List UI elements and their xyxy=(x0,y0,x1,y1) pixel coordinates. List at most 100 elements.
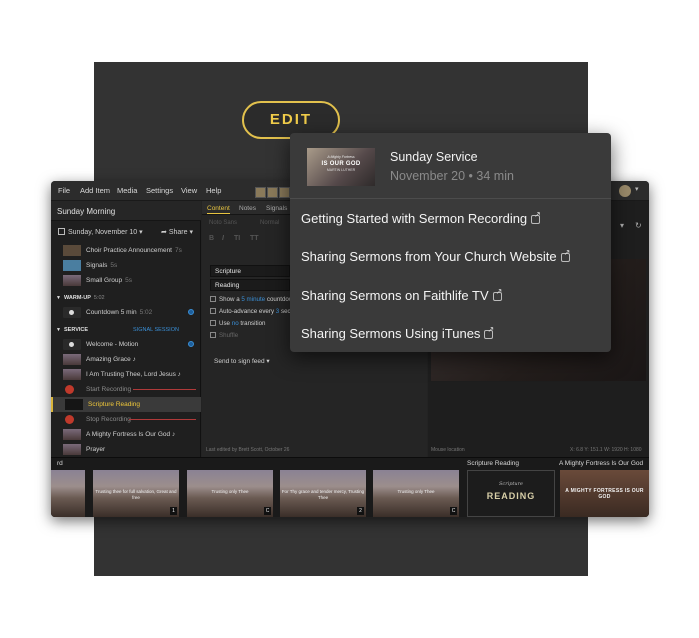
item-label: Prayer xyxy=(86,446,106,453)
bold-button[interactable]: B xyxy=(209,235,214,242)
service-duration: 34 min xyxy=(476,169,514,183)
checkbox[interactable] xyxy=(210,296,216,302)
slide-caption: Scripture xyxy=(499,481,523,487)
popover-header: A Mighty Fortress IS OUR GOD MARTIN LUTH… xyxy=(290,133,611,199)
service-date-text: Sunday, November 10 xyxy=(68,229,138,236)
avatar[interactable] xyxy=(279,187,290,198)
list-item[interactable]: Amazing Grace ♪ xyxy=(51,352,201,367)
checkbox[interactable] xyxy=(210,332,216,338)
section-name: SERVICE xyxy=(64,327,89,333)
slide-thumbnail[interactable]: Trusting only Thee C xyxy=(187,470,273,517)
option-text: Auto-advance every xyxy=(219,308,275,315)
link-getting-started[interactable]: Getting Started with Sermon Recording xyxy=(301,210,541,226)
tab-notes[interactable]: Notes xyxy=(239,205,256,212)
item-type-select[interactable]: Scripture xyxy=(210,265,290,277)
slide-thumbnail[interactable]: Trusting thee for full salvation, Great … xyxy=(93,470,179,517)
section-header-warm-up[interactable]: ▼ WARM-UP 5:02 xyxy=(51,291,201,305)
avatar[interactable] xyxy=(255,187,266,198)
countdown-option[interactable]: Show a 5 minute countdown xyxy=(210,296,297,303)
item-thumbnail xyxy=(63,369,81,380)
collapse-triangle-icon[interactable]: ▼ xyxy=(56,295,61,301)
list-item[interactable]: Choir Practice Announcement 7s xyxy=(51,243,201,258)
list-item[interactable]: Signals 5s xyxy=(51,258,201,273)
list-item[interactable]: A Mighty Fortress Is Our God ♪ xyxy=(51,427,201,442)
signal-indicator-icon[interactable] xyxy=(188,341,194,347)
service-panel: Sunday Morning Sunday, November 10 ▾ ➦ S… xyxy=(51,201,201,457)
slide-thumbnail[interactable]: For Thy grace and tender mercy, Trusting… xyxy=(280,470,366,517)
menu-file[interactable]: File xyxy=(58,186,70,195)
item-title: Amazing Grace xyxy=(86,356,131,363)
list-item[interactable]: Prayer xyxy=(51,442,201,457)
text-indent-button[interactable]: TI xyxy=(234,235,240,242)
section-header-service[interactable]: ▼ SERVICE SIGNAL SESSION xyxy=(51,323,201,337)
menu-settings[interactable]: Settings xyxy=(146,186,173,195)
transition-link[interactable]: no xyxy=(232,320,239,327)
collapse-triangle-icon[interactable]: ▼ xyxy=(56,327,61,333)
record-icon xyxy=(65,385,74,394)
refresh-icon[interactable]: ↻ xyxy=(635,221,642,230)
list-item[interactable]: Countdown 5 min 5:02 xyxy=(51,305,201,320)
user-menu-chevron-icon[interactable]: ▾ xyxy=(635,185,639,193)
item-duration: 5s xyxy=(110,262,118,269)
dropdown-chevron-icon[interactable]: ▾ xyxy=(620,221,624,230)
option-text: Shuffle xyxy=(219,332,239,339)
link-label: Getting Started with Sermon Recording xyxy=(301,211,528,226)
list-item[interactable]: I Am Trusting Thee, Lord Jesus ♪ xyxy=(51,367,201,382)
slide-thumbnail-scripture-reading[interactable]: Scripture READING xyxy=(467,470,555,517)
text-size-button[interactable]: TT xyxy=(250,235,259,242)
slide-thumbnail[interactable] xyxy=(51,470,85,517)
link-itunes[interactable]: Sharing Sermons Using iTunes xyxy=(301,325,494,341)
item-thumbnail xyxy=(65,399,83,410)
send-to-sign-feed-button[interactable]: Send to sign feed ▾ xyxy=(214,357,270,365)
service-date[interactable]: Sunday, November 10 ▾ xyxy=(68,228,143,236)
section-hint[interactable]: SIGNAL SESSION xyxy=(133,327,179,333)
coordinates-readout: X: 6.8 Y: 151.1 W: 1920 H: 1080 xyxy=(570,447,642,453)
last-edited-note: Last edited by Brett Scott, October 26 xyxy=(206,447,290,453)
advance-seconds-link[interactable]: 3 xyxy=(276,308,279,315)
date-bar: Sunday, November 10 ▾ ➦ Share ▾ xyxy=(51,223,201,241)
menu-view[interactable]: View xyxy=(181,186,197,195)
tab-content[interactable]: Content xyxy=(207,205,230,214)
signal-indicator-icon[interactable] xyxy=(188,309,194,315)
list-item-selected[interactable]: Scripture Reading xyxy=(51,397,201,412)
avatar[interactable] xyxy=(267,187,278,198)
menu-add-item[interactable]: Add Item xyxy=(80,186,110,195)
link-faithlife-tv[interactable]: Sharing Sermons on Faithlife TV xyxy=(301,287,502,303)
list-item-start-recording[interactable]: Start Recording xyxy=(51,382,201,397)
item-label: I Am Trusting Thee, Lord Jesus ♪ xyxy=(86,371,181,378)
item-label: Amazing Grace ♪ xyxy=(86,356,136,363)
user-avatar[interactable] xyxy=(619,185,631,197)
send-feed-label: Send to sign feed xyxy=(214,358,265,365)
link-church-website[interactable]: Sharing Sermons from Your Church Website xyxy=(301,248,570,264)
shuffle-option[interactable]: Shuffle xyxy=(210,332,238,339)
slide-index-badge: C xyxy=(264,507,271,515)
italic-button[interactable]: I xyxy=(222,235,224,242)
item-duration: 5s xyxy=(125,277,132,284)
auto-advance-option[interactable]: Auto-advance every 3 sec xyxy=(210,308,291,315)
slide-thumbnail[interactable]: Trusting only Thee C xyxy=(373,470,459,517)
checkbox[interactable] xyxy=(210,308,216,314)
item-mode-select[interactable]: Reading xyxy=(210,279,290,291)
service-title[interactable]: Sunday Morning xyxy=(51,201,201,221)
list-item[interactable]: Welcome - Motion xyxy=(51,337,201,352)
list-item[interactable]: Small Group 5s xyxy=(51,273,201,288)
tab-signals[interactable]: Signals xyxy=(266,205,287,212)
slide-index-badge: 1 xyxy=(170,507,177,515)
list-item-stop-recording[interactable]: Stop Recording xyxy=(51,412,201,427)
calendar-icon[interactable] xyxy=(58,228,65,235)
font-select[interactable]: Noto Sans xyxy=(209,220,237,226)
transition-option[interactable]: Use no transition xyxy=(210,320,265,327)
countdown-duration-link[interactable]: 5 minute xyxy=(241,296,265,303)
weight-select[interactable]: Normal xyxy=(260,220,279,226)
song-icon: ♪ xyxy=(132,356,136,363)
checkbox[interactable] xyxy=(210,320,216,326)
menu-media[interactable]: Media xyxy=(117,186,137,195)
share-button[interactable]: ➦ Share ▾ xyxy=(161,228,193,236)
menu-help[interactable]: Help xyxy=(206,186,221,195)
option-text: Use xyxy=(219,320,231,327)
slide-index-badge: C xyxy=(450,507,457,515)
film-icon xyxy=(63,339,81,350)
slide-thumbnail-fortress[interactable]: A MIGHTY FORTRESS IS OUR GOD xyxy=(560,470,649,517)
film-icon xyxy=(63,307,81,318)
service-thumbnail: A Mighty Fortress IS OUR GOD MARTIN LUTH… xyxy=(307,148,375,186)
